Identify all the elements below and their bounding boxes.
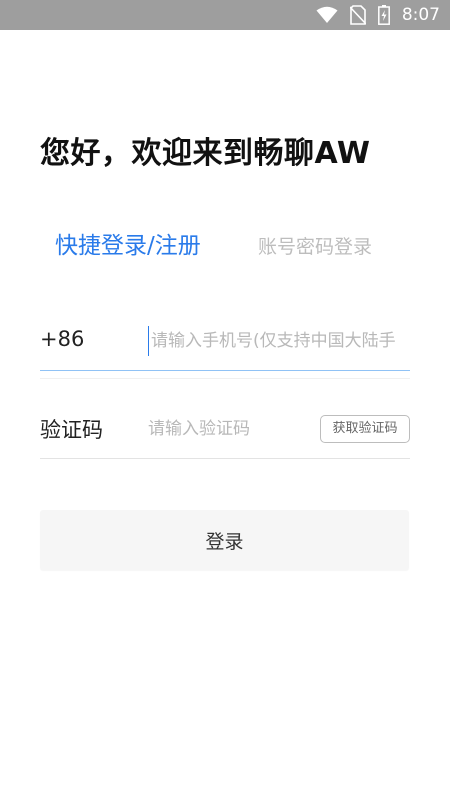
tab-quick-login[interactable]: 快捷登录/注册	[55, 226, 201, 260]
wifi-icon	[316, 6, 338, 24]
verification-code-input[interactable]	[148, 414, 308, 444]
no-sim-icon	[349, 5, 366, 25]
phone-input-underline	[40, 370, 410, 371]
verification-code-label: 验证码	[40, 418, 103, 442]
get-code-button[interactable]: 获取验证码	[320, 415, 410, 443]
login-button[interactable]: 登录	[40, 510, 409, 570]
battery-charging-icon	[377, 5, 390, 25]
phone-row-divider	[40, 378, 410, 379]
code-input-underline	[40, 458, 410, 459]
login-screen: 8:07 您好，欢迎来到畅聊AW 快捷登录/注册 账号密码登录 +86 验证码 …	[0, 0, 450, 800]
tab-password-login[interactable]: 账号密码登录	[258, 232, 372, 259]
status-bar-icons: 8:07	[316, 0, 440, 30]
country-code-selector[interactable]: +86	[40, 327, 84, 351]
phone-number-input[interactable]	[148, 326, 410, 356]
status-bar: 8:07	[0, 0, 450, 30]
welcome-heading: 您好，欢迎来到畅聊AW	[40, 136, 371, 171]
status-time: 8:07	[401, 5, 440, 25]
